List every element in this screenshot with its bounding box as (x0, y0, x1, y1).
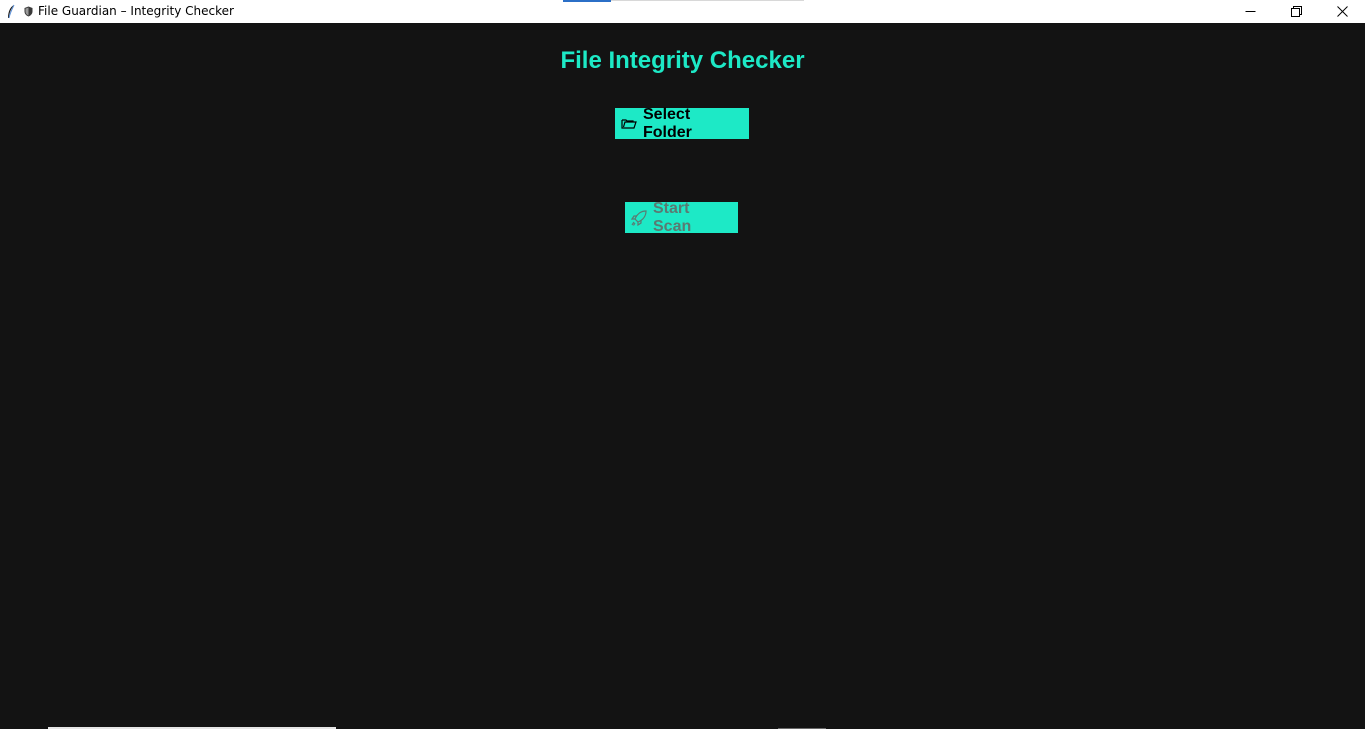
shield-icon (24, 6, 34, 18)
feather-icon (4, 3, 18, 21)
page-title: File Integrity Checker (560, 47, 805, 74)
window-controls (1227, 0, 1365, 23)
app-window: File Guardian – Integrity Checker File I… (0, 0, 1365, 729)
start-scan-button[interactable]: Start Scan (625, 199, 738, 235)
window-title: File Guardian – Integrity Checker (38, 4, 234, 18)
select-folder-label: Select Folder (643, 105, 692, 141)
restore-button[interactable] (1273, 0, 1319, 23)
titlebar-accent (563, 0, 611, 2)
restore-icon (1290, 6, 1302, 17)
title-bar[interactable]: File Guardian – Integrity Checker (0, 0, 1365, 23)
close-icon (1336, 6, 1348, 17)
select-folder-button[interactable]: Select Folder (615, 105, 749, 141)
close-button[interactable] (1319, 0, 1365, 23)
open-folder-icon (621, 117, 637, 130)
titlebar-divider (611, 0, 804, 1)
rocket-icon (631, 209, 647, 226)
minimize-icon (1245, 11, 1255, 12)
start-scan-label: Start Scan (653, 199, 692, 235)
minimize-button[interactable] (1227, 0, 1273, 23)
